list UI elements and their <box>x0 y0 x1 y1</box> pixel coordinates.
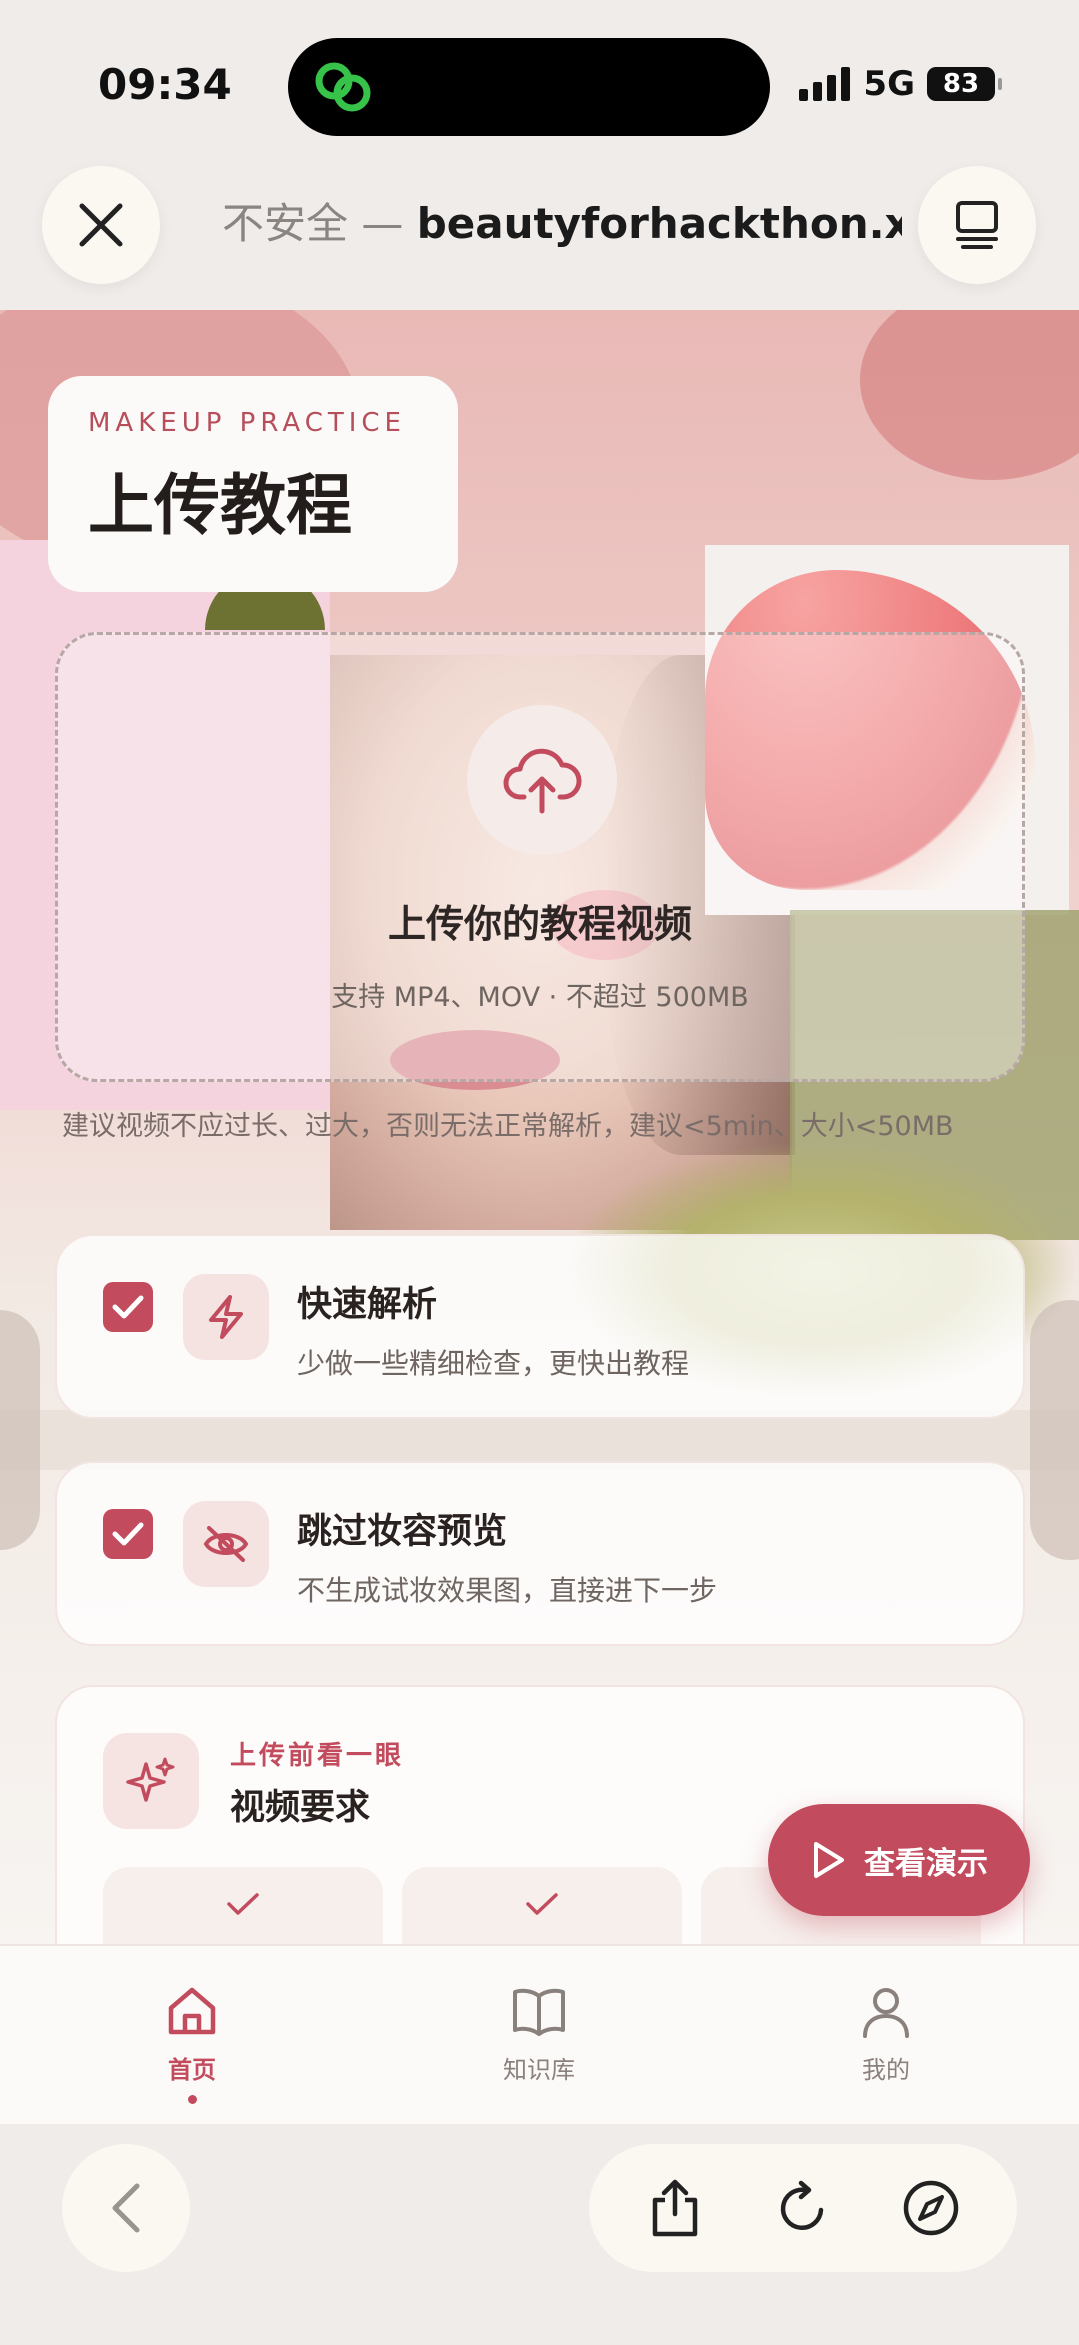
skip-preview-checkbox[interactable] <box>103 1509 153 1559</box>
option-description: 不生成试妆效果图，直接进下一步 <box>297 1574 718 1607</box>
nav-label: 我的 <box>862 2056 910 2084</box>
chevron-left-icon <box>112 2183 140 2233</box>
quick-parse-checkbox[interactable] <box>103 1282 153 1332</box>
upload-button[interactable] <box>467 705 617 855</box>
view-demo-label: 查看演示 <box>864 1845 988 1882</box>
option-skip-preview[interactable]: 跳过妆容预览 不生成试妆效果图，直接进下一步 <box>55 1461 1025 1646</box>
check-icon <box>112 1295 144 1319</box>
tabs-button[interactable] <box>918 166 1036 284</box>
compass-button[interactable] <box>886 2163 976 2253</box>
browser-actions <box>589 2144 1017 2272</box>
signal-icon <box>799 67 851 101</box>
lightning-icon <box>209 1295 243 1339</box>
requirements-eyebrow: 上传前看一眼 <box>230 1741 405 1771</box>
reload-button[interactable] <box>758 2163 848 2253</box>
option-icon-box <box>183 1274 269 1360</box>
page-title: 上传教程 <box>88 467 352 544</box>
page-eyebrow: MAKEUP PRACTICE <box>88 408 406 438</box>
option-title: 快速解析 <box>297 1285 438 1325</box>
requirements-icon-box <box>103 1733 199 1829</box>
book-icon <box>513 1988 565 2036</box>
requirements-title: 视频要求 <box>230 1788 371 1828</box>
link-app-icon <box>315 62 371 112</box>
url-bar[interactable]: 不安全 — beautyforhackthon.xyz <box>222 190 902 250</box>
user-icon <box>863 1988 909 2038</box>
tabs-icon <box>956 201 998 249</box>
view-demo-button[interactable]: 查看演示 <box>768 1804 1030 1916</box>
nav-item-home[interactable]: 首页 <box>112 1984 272 2104</box>
option-title: 跳过妆容预览 <box>297 1512 508 1552</box>
compass-icon <box>903 2180 959 2236</box>
option-description: 少做一些精细检查，更快出教程 <box>297 1347 690 1380</box>
upload-size-hint: 建议视频不应过长、过大，否则无法正常解析，建议<5min、大小<50MB <box>62 1111 954 1142</box>
play-icon <box>814 1842 844 1878</box>
upload-dropzone[interactable]: 上传你的教程视频 支持 MP4、MOV · 不超过 500MB <box>55 632 1025 1082</box>
reload-icon <box>780 2180 824 2231</box>
browser-toolbar <box>0 2124 1079 2345</box>
nav-label: 知识库 <box>503 2056 575 2084</box>
close-button[interactable] <box>42 166 160 284</box>
check-icon <box>112 1522 144 1546</box>
sparkles-icon <box>126 1757 175 1802</box>
upload-title: 上传你的教程视频 <box>387 902 692 946</box>
url-domain: beautyforhackthon.xyz <box>416 199 902 248</box>
check-icon <box>526 1893 558 1915</box>
browser-back-button[interactable] <box>62 2144 190 2272</box>
option-icon-box <box>183 1501 269 1587</box>
close-icon <box>79 203 123 247</box>
check-icon <box>227 1893 259 1915</box>
status-bar: 09:34 5G 83 <box>0 0 1079 170</box>
status-time: 09:34 <box>98 60 232 109</box>
nav-label: 首页 <box>168 2056 216 2084</box>
nav-item-profile[interactable]: 我的 <box>806 1984 966 2085</box>
nav-item-knowledge[interactable]: 知识库 <box>459 1984 619 2085</box>
network-label: 5G <box>863 64 915 104</box>
share-button[interactable] <box>630 2163 720 2253</box>
active-indicator-dot <box>187 2095 197 2104</box>
share-icon <box>652 2179 698 2237</box>
title-card: MAKEUP PRACTICE 上传教程 <box>48 376 458 592</box>
url-insecure-label: 不安全 — <box>222 199 417 248</box>
option-quick-parse[interactable]: 快速解析 少做一些精细检查，更快出教程 <box>55 1234 1025 1419</box>
home-icon <box>168 1987 216 2035</box>
app-bottom-nav: 首页 知识库 我的 <box>0 1944 1079 2124</box>
battery-icon: 83 <box>927 67 1002 101</box>
dynamic-island <box>288 38 770 136</box>
status-indicators: 5G 83 <box>799 64 1002 104</box>
vanity-bottle <box>0 1310 40 1550</box>
upload-format-hint: 支持 MP4、MOV · 不超过 500MB <box>331 982 749 1013</box>
blush-swatch <box>860 310 1079 480</box>
cloud-upload-icon <box>503 748 582 814</box>
vanity-bottle <box>1030 1300 1079 1560</box>
eye-off-icon <box>203 1526 249 1562</box>
